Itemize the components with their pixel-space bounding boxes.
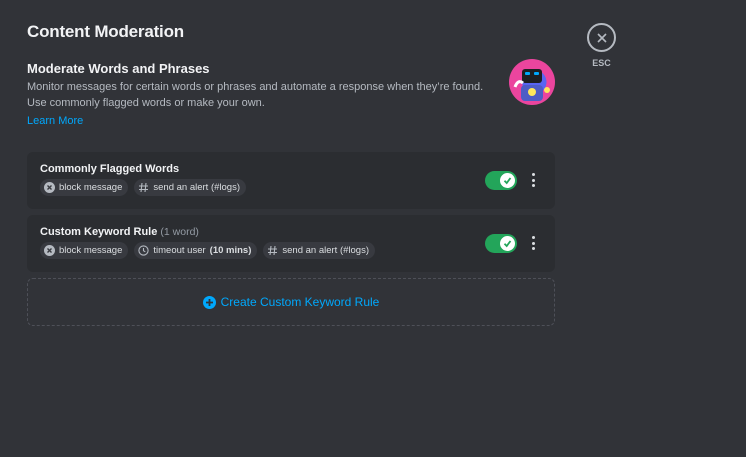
action-chip: block message <box>40 179 129 196</box>
rule-enabled-toggle[interactable] <box>485 171 517 190</box>
more-options-icon[interactable] <box>529 235 537 251</box>
close-icon <box>596 32 607 43</box>
check-icon <box>500 173 515 188</box>
rules-list: Commonly Flagged Words block message sen… <box>27 152 555 272</box>
rule-enabled-toggle[interactable] <box>485 234 517 253</box>
close-button[interactable] <box>587 23 616 52</box>
rule-card[interactable]: Commonly Flagged Words block message sen… <box>27 152 555 209</box>
section-title: Moderate Words and Phrases <box>27 61 210 76</box>
hashtag-icon <box>138 182 149 193</box>
content-moderation-panel: Content Moderation Moderate Words and Ph… <box>27 22 555 326</box>
check-icon <box>500 236 515 251</box>
automod-robot-illustration <box>509 59 555 105</box>
clock-icon <box>138 245 150 256</box>
rule-card[interactable]: Custom Keyword Rule (1 word) block messa… <box>27 215 555 272</box>
rule-title: Commonly Flagged Words <box>40 163 180 175</box>
block-icon <box>44 245 55 256</box>
plus-circle-icon <box>202 295 216 309</box>
section-description: Monitor messages for certain words or ph… <box>27 81 484 109</box>
esc-label: ESC <box>592 58 611 68</box>
action-chip: send an alert (#logs) <box>134 179 246 196</box>
block-icon <box>44 182 55 193</box>
page-title: Content Moderation <box>27 22 184 41</box>
rule-actions: block message timeout user (10 mins) sen… <box>40 242 542 259</box>
hashtag-icon <box>267 245 278 256</box>
learn-more-link[interactable]: Learn More <box>27 115 83 127</box>
action-chip: send an alert (#logs) <box>263 242 375 259</box>
create-rule-label: Create Custom Keyword Rule <box>220 295 380 309</box>
moderate-words-section: Moderate Words and Phrases Monitor messa… <box>27 59 555 129</box>
close-control: ESC <box>587 23 616 68</box>
action-chip: timeout user (10 mins) <box>134 242 258 259</box>
create-custom-keyword-rule-button[interactable]: Create Custom Keyword Rule <box>27 278 555 326</box>
rule-title: Custom Keyword Rule (1 word) <box>40 226 199 238</box>
action-chip: block message <box>40 242 129 259</box>
more-options-icon[interactable] <box>529 172 537 188</box>
rule-actions: block message send an alert (#logs) <box>40 179 542 196</box>
